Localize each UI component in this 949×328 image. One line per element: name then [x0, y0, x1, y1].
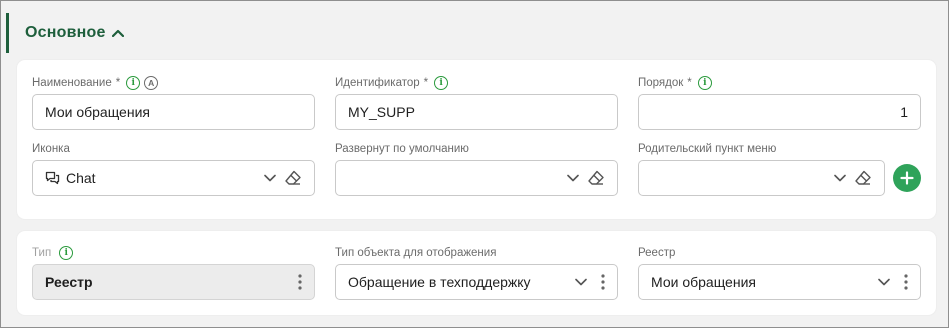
object-type-label: Тип объекта для отображения — [335, 245, 498, 261]
icon-select[interactable]: Chat — [32, 160, 315, 196]
auto-translate-icon[interactable]: A — [144, 76, 159, 90]
expanded-label-text: Развернут по умолчанию — [335, 143, 469, 155]
parent-label: Родительский пункт меню — [638, 141, 778, 157]
info-icon[interactable]: i — [59, 246, 74, 260]
expanded-label: Развернут по умолчанию — [335, 141, 471, 157]
parent-select[interactable] — [638, 160, 885, 196]
chevron-down-icon[interactable] — [264, 174, 276, 182]
info-icon[interactable]: i — [126, 76, 141, 90]
registry-label-text: Реестр — [638, 247, 676, 259]
chevron-up-icon[interactable] — [111, 26, 126, 40]
chevron-down-icon[interactable] — [567, 174, 579, 182]
object-type-value: Обращение в техподдержку — [348, 274, 531, 290]
type-label: Тип i — [32, 245, 77, 261]
order-label-text: Порядок — [638, 77, 684, 89]
chevron-down-icon[interactable] — [575, 278, 587, 286]
info-icon[interactable]: i — [434, 76, 449, 90]
required-mark: * — [423, 77, 429, 89]
identifier-value: MY_SUPP — [348, 104, 415, 120]
main-card: Наименование * i A Идентификатор * i Пор… — [17, 60, 936, 219]
chevron-down-icon[interactable] — [834, 174, 846, 182]
eraser-icon[interactable] — [854, 170, 872, 186]
registry-label: Реестр — [638, 245, 677, 261]
chevron-down-icon[interactable] — [878, 278, 890, 286]
plus-icon — [900, 171, 914, 185]
type-select: Реестр — [32, 264, 315, 300]
name-value: Мои обращения — [45, 104, 150, 120]
type-value: Реестр — [45, 274, 93, 290]
icon-label-text: Иконка — [32, 143, 70, 155]
chat-icon — [45, 171, 60, 185]
eraser-icon[interactable] — [284, 170, 302, 186]
order-input[interactable]: 1 — [638, 94, 921, 130]
more-vertical-icon[interactable] — [298, 274, 302, 290]
name-label: Наименование * i A — [32, 75, 159, 91]
object-type-select[interactable]: Обращение в техподдержку — [335, 264, 618, 300]
identifier-input[interactable]: MY_SUPP — [335, 94, 618, 130]
registry-value: Мои обращения — [651, 274, 756, 290]
info-icon[interactable]: i — [697, 76, 712, 90]
add-parent-button[interactable] — [893, 164, 921, 192]
more-vertical-icon[interactable] — [601, 274, 605, 290]
order-value: 1 — [900, 104, 908, 120]
icon-label: Иконка — [32, 141, 72, 157]
identifier-label: Идентификатор * i — [335, 75, 452, 91]
display-card: Тип i Тип объекта для отображения Реестр… — [17, 231, 936, 315]
name-label-text: Наименование — [32, 77, 112, 89]
required-mark: * — [115, 77, 121, 89]
form-frame: Основное Наименование * i A Идентификато… — [0, 0, 949, 328]
object-type-label-text: Тип объекта для отображения — [335, 247, 497, 259]
parent-label-text: Родительский пункт меню — [638, 143, 777, 155]
name-input[interactable]: Мои обращения — [32, 94, 315, 130]
icon-value: Chat — [66, 170, 96, 186]
expanded-select[interactable] — [335, 160, 618, 196]
type-label-text: Тип — [32, 247, 52, 259]
section-header[interactable]: Основное — [6, 13, 206, 53]
section-title: Основное — [25, 24, 106, 41]
registry-select[interactable]: Мои обращения — [638, 264, 921, 300]
order-label: Порядок * i — [638, 75, 716, 91]
eraser-icon[interactable] — [587, 170, 605, 186]
required-mark: * — [687, 77, 692, 89]
more-vertical-icon[interactable] — [904, 274, 908, 290]
identifier-label-text: Идентификатор — [335, 77, 420, 89]
